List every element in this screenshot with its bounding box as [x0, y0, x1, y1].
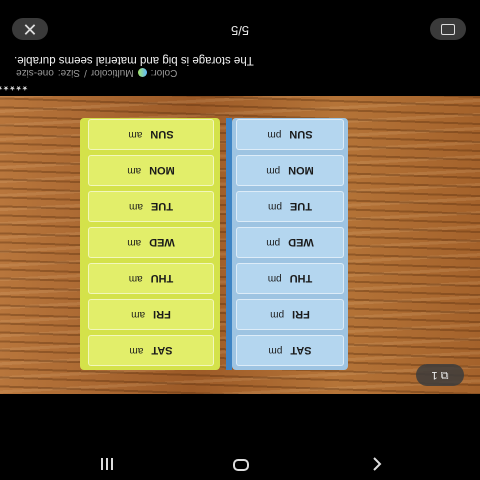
- compartment-pm-tue: TUE pm: [236, 191, 344, 222]
- review-photo[interactable]: ⧉ 1 SAT pm FRI pm THU pm WED pm TUE pm MON pm …: [0, 96, 480, 394]
- compartment-am-sat: SAT am: [88, 335, 214, 366]
- review-section: The storage is big and material seems du…: [0, 48, 480, 96]
- star-rating-icon: ★★★★★: [0, 84, 28, 91]
- home-icon[interactable]: [233, 459, 249, 471]
- compartment-pm-sat: SAT pm: [236, 335, 344, 366]
- compartment-pm-fri: FRI pm: [236, 299, 344, 330]
- size-label: Size:: [57, 67, 81, 78]
- color-swatch-icon: [137, 68, 147, 77]
- back-icon[interactable]: [369, 456, 385, 472]
- rotated-screen: The storage is big and material seems du…: [0, 0, 480, 480]
- system-nav-bar: [0, 448, 480, 480]
- row-divider: [226, 118, 232, 370]
- compartment-pm-sun: SUN pm: [236, 119, 344, 150]
- pill-organizer: SAT pm FRI pm THU pm WED pm TUE pm MON pm SUN p…: [80, 118, 352, 370]
- review-text: The storage is big and material seems du…: [14, 54, 254, 66]
- compartment-am-sun: SUN am: [88, 119, 214, 150]
- close-icon[interactable]: ✕: [12, 18, 48, 40]
- photo-viewer-bar: 5/5 ✕: [0, 0, 480, 48]
- size-value: one-size: [16, 67, 54, 78]
- color-value: Multicolor: [90, 67, 134, 78]
- compartment-am-tue: TUE am: [88, 191, 214, 222]
- compartment-am-wed: WED am: [88, 227, 214, 258]
- photo-counter: 5/5: [230, 23, 250, 38]
- compartment-pm-wed: WED pm: [236, 227, 344, 258]
- photo-overlay-button[interactable]: ⧉ 1: [416, 364, 464, 386]
- compartment-am-thu: THU am: [88, 263, 214, 294]
- color-label: Color:: [150, 67, 178, 78]
- variant-info: Color: Multicolor / Size: one-size: [16, 67, 177, 78]
- compartment-am-fri: FRI am: [88, 299, 214, 330]
- recents-icon[interactable]: [99, 456, 115, 472]
- variant-separator: /: [84, 67, 87, 78]
- compartment-pm-mon: MON pm: [236, 155, 344, 186]
- compartment-pm-thu: THU pm: [236, 263, 344, 294]
- compartment-am-mon: MON am: [88, 155, 214, 186]
